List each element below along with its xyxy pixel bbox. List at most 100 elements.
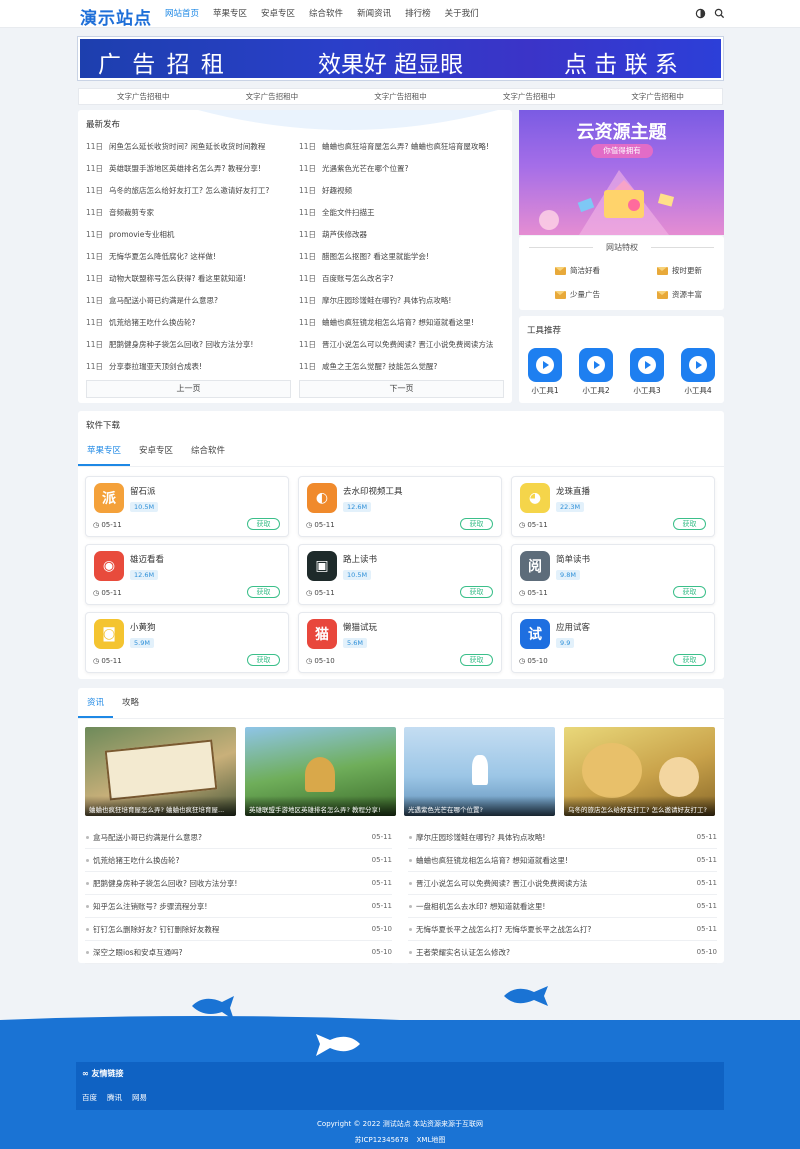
list-item[interactable]: 11日 蛐蛐也疯狂培育屋怎么弄? 蛐蛐也疯狂培育屋攻略! — [299, 136, 504, 158]
software-card[interactable]: ◕ 龙珠直播 22.3M ◷ 05-11 获取 — [511, 476, 715, 537]
nav-software[interactable]: 综合软件 — [302, 0, 350, 28]
list-item[interactable]: 11日 分享泰拉瑞亚天顶剑合成表! — [86, 356, 291, 378]
tool-label[interactable]: 小工具4 — [678, 385, 718, 396]
friend-link[interactable]: 百度 — [82, 1092, 97, 1103]
news-thumb[interactable]: 光遇紫色光芒在哪个位置? — [404, 727, 555, 816]
tab-android[interactable]: 安卓专区 — [130, 438, 182, 466]
nav-home[interactable]: 网站首页 — [158, 0, 206, 28]
site-logo[interactable]: 演示站点 — [80, 4, 152, 29]
get-button[interactable]: 获取 — [673, 586, 706, 598]
list-item[interactable]: 11日 音频裁剪专家 — [86, 202, 291, 224]
software-card[interactable]: ◐ 去水印视频工具 12.6M ◷ 05-11 获取 — [298, 476, 502, 537]
privilege-item: 少量广告 — [555, 289, 600, 300]
tab-software[interactable]: 综合软件 — [182, 438, 234, 466]
list-item[interactable]: 11日 百度账号怎么改名字? — [299, 268, 504, 290]
software-card[interactable]: 阅简单读书 9.8M ◷ 05-11 获取 — [511, 544, 715, 605]
nav-news[interactable]: 新闻资讯 — [350, 0, 398, 28]
news-item[interactable]: 蛐蛐也疯狂镜龙相怎么培育? 想知道就看这里! 05-11 — [408, 849, 717, 872]
news-item[interactable]: 钉钉怎么删除好友? 钉钉删除好友教程 05-10 — [85, 918, 392, 941]
ad-banner[interactable]: 广 告 招 租 效果好 超显眼 点 击 联 系 — [77, 36, 724, 81]
play-icon[interactable] — [528, 348, 562, 382]
software-card[interactable]: 派留石派 10.5M ◷ 05-11 获取 — [85, 476, 289, 537]
list-item[interactable]: 11日 饥荒给猪王吃什么换齿轮? — [86, 312, 291, 334]
text-ad[interactable]: 文字广告招租中 — [208, 89, 337, 104]
play-icon[interactable] — [579, 348, 613, 382]
search-icon[interactable] — [714, 8, 725, 19]
list-item[interactable]: 11日 光遇紫色光芒在哪个位置? — [299, 158, 504, 180]
news-item[interactable]: 摩尔庄园珍馐鲑在哪钓? 具体钓点攻略! 05-11 — [408, 826, 717, 849]
news-title: 饥荒给猪王吃什么换齿轮? — [93, 856, 180, 865]
list-item[interactable]: 11日 好趣视频 — [299, 180, 504, 202]
news-item[interactable]: 无悔华夏长平之战怎么打? 无悔华夏长平之战怎么打? 05-11 — [408, 918, 717, 941]
play-icon[interactable] — [630, 348, 664, 382]
software-card[interactable]: 试应用试客 9.9 ◷ 05-10 获取 — [511, 612, 715, 673]
tool-label[interactable]: 小工具2 — [576, 385, 616, 396]
nav-about[interactable]: 关于我们 — [438, 0, 486, 28]
prev-page-button[interactable]: 上一页 — [86, 380, 291, 398]
list-item[interactable]: 11日 咸鱼之王怎么觉醒? 技能怎么觉醒? — [299, 356, 504, 378]
icp-link[interactable]: 苏ICP12345678 — [355, 1136, 409, 1144]
tool-label[interactable]: 小工具3 — [627, 385, 667, 396]
get-button[interactable]: 获取 — [247, 586, 280, 598]
list-item[interactable]: 11日 promovie专业相机 — [86, 224, 291, 246]
text-ad[interactable]: 文字广告招租中 — [465, 89, 594, 104]
item-title: 闲鱼怎么延长收货时间? 闲鱼延长收货时间教程 — [109, 142, 266, 151]
news-thumb[interactable]: 乌冬的旅店怎么给好友打工? 怎么邀请好友打工? — [564, 727, 715, 816]
list-item[interactable]: 11日 晋江小说怎么可以免费阅读? 晋江小说免费阅读方法 — [299, 334, 504, 356]
news-item[interactable]: 盒马配送小哥已约满是什么意思? 05-11 — [85, 826, 392, 849]
get-button[interactable]: 获取 — [460, 586, 493, 598]
tool-label[interactable]: 小工具1 — [525, 385, 565, 396]
news-item[interactable]: 肥鹅健身房种子袋怎么回收? 回收方法分享! 05-11 — [85, 872, 392, 895]
news-title: 晋江小说怎么可以免费阅读? 晋江小说免费阅读方法 — [416, 879, 588, 888]
news-item[interactable]: 王者荣耀实名认证怎么修改? 05-10 — [408, 941, 717, 964]
nav-apple[interactable]: 苹果专区 — [206, 0, 254, 28]
list-item[interactable]: 11日 无悔华夏怎么降低腐化? 这样做! — [86, 246, 291, 268]
side-ad-image[interactable]: 云资源主题 你值得拥有 — [519, 110, 724, 235]
play-icon[interactable] — [681, 348, 715, 382]
item-date: 11日 — [299, 318, 317, 327]
app-icon: ◉ — [94, 551, 124, 581]
get-button[interactable]: 获取 — [460, 654, 493, 666]
get-button[interactable]: 获取 — [460, 518, 493, 530]
tab-news[interactable]: 资讯 — [78, 690, 114, 718]
software-card[interactable]: ◉ 雄迈看看 12.6M ◷ 05-11 获取 — [85, 544, 289, 605]
list-item[interactable]: 11日 乌冬的旅店怎么给好友打工? 怎么邀请好友打工? — [86, 180, 291, 202]
list-item[interactable]: 11日 闲鱼怎么延长收货时间? 闲鱼延长收货时间教程 — [86, 136, 291, 158]
get-button[interactable]: 获取 — [673, 518, 706, 530]
nav-android[interactable]: 安卓专区 — [254, 0, 302, 28]
tab-guides[interactable]: 攻略 — [113, 690, 148, 718]
news-item[interactable]: 饥荒给猪王吃什么换齿轮? 05-11 — [85, 849, 392, 872]
list-item[interactable]: 11日 摩尔庄园珍馐鲑在哪钓? 具体钓点攻略! — [299, 290, 504, 312]
list-item[interactable]: 11日 肥鹅健身房种子袋怎么回收? 回收方法分享! — [86, 334, 291, 356]
list-item[interactable]: 11日 醋图怎么抠图? 看这里就能学会! — [299, 246, 504, 268]
theme-toggle-icon[interactable] — [695, 8, 706, 19]
get-button[interactable]: 获取 — [247, 518, 280, 530]
news-item[interactable]: 深空之眼ios和安卓互通吗? 05-10 — [85, 941, 392, 964]
get-button[interactable]: 获取 — [247, 654, 280, 666]
software-card[interactable]: ◙ 小黄狗 5.9M ◷ 05-11 获取 — [85, 612, 289, 673]
list-item[interactable]: 11日 葫芦侠修改器 — [299, 224, 504, 246]
list-item[interactable]: 11日 全能文件扫描王 — [299, 202, 504, 224]
software-card[interactable]: ▣ 路上读书 10.5M ◷ 05-11 获取 — [298, 544, 502, 605]
text-ad[interactable]: 文字广告招租中 — [593, 89, 722, 104]
nav-ranking[interactable]: 排行榜 — [398, 0, 438, 28]
friend-link[interactable]: 腾讯 — [107, 1092, 122, 1103]
news-thumb[interactable]: 英雄联盟手游地区英雄排名怎么弄? 教程分享! — [245, 727, 396, 816]
tab-apple[interactable]: 苹果专区 — [78, 438, 131, 466]
list-item[interactable]: 11日 英雄联盟手游地区英雄排名怎么弄? 教程分享! — [86, 158, 291, 180]
news-item[interactable]: 知乎怎么注销账号? 步骤流程分享! 05-11 — [85, 895, 392, 918]
list-item[interactable]: 11日 动物大联盟称号怎么获得? 看这里就知道! — [86, 268, 291, 290]
list-item[interactable]: 11日 盒马配送小哥已约满是什么意思? — [86, 290, 291, 312]
get-button[interactable]: 获取 — [673, 654, 706, 666]
software-card[interactable]: 猫懒猫试玩 5.6M ◷ 05-10 获取 — [298, 612, 502, 673]
text-ad[interactable]: 文字广告招租中 — [79, 89, 208, 104]
news-item[interactable]: 晋江小说怎么可以免费阅读? 晋江小说免费阅读方法 05-11 — [408, 872, 717, 895]
app-date: ◷ 05-11 — [306, 521, 335, 529]
sitemap-link[interactable]: XML地图 — [417, 1136, 446, 1144]
next-page-button[interactable]: 下一页 — [299, 380, 504, 398]
friend-link[interactable]: 网易 — [132, 1092, 147, 1103]
news-item[interactable]: 一盘相机怎么去水印? 想知道就看这里! 05-11 — [408, 895, 717, 918]
news-thumb[interactable]: 蛐蛐也疯狂培育屋怎么弄? 蛐蛐也疯狂培育屋... — [85, 727, 236, 816]
list-item[interactable]: 11日 蛐蛐也疯狂镜龙相怎么培育? 想知道就看这里! — [299, 312, 504, 334]
text-ad[interactable]: 文字广告招租中 — [336, 89, 465, 104]
